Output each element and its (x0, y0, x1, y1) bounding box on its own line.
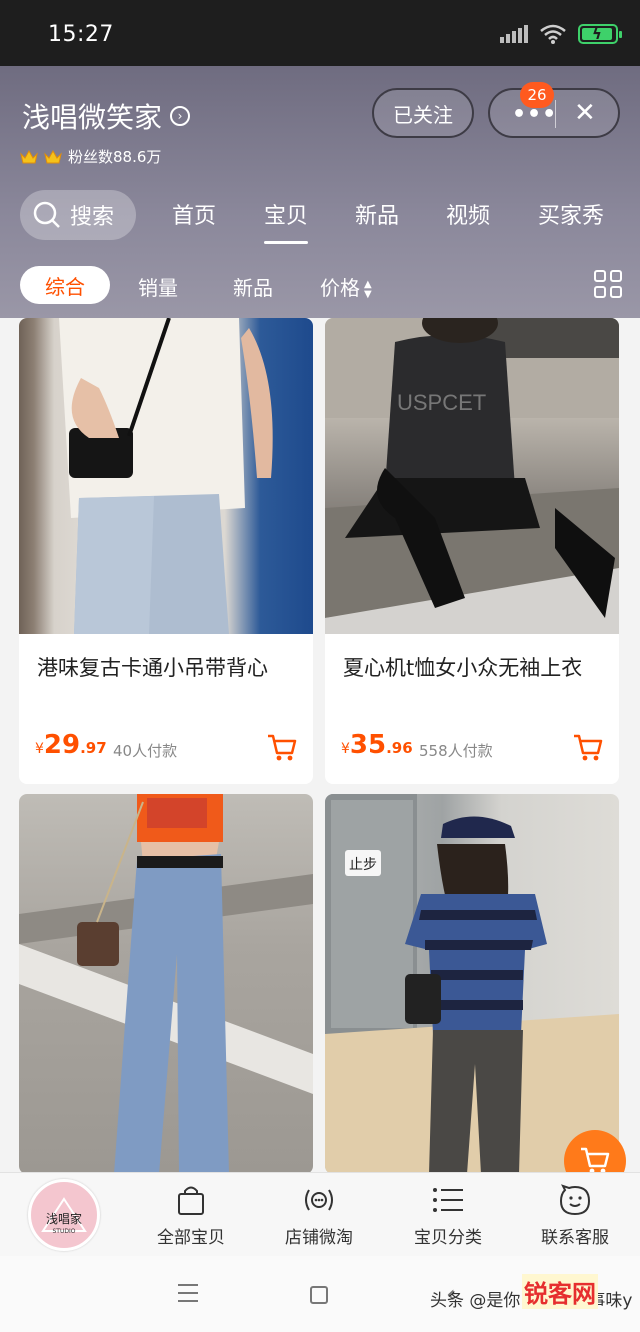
nav-customer-service[interactable]: 联系客服 (520, 1183, 630, 1248)
store-name-link[interactable]: 浅唱微笑家 › (22, 96, 191, 136)
price-decimal: .96 (386, 739, 413, 757)
cart-icon (581, 1147, 610, 1174)
product-card[interactable]: USPCET 夏心机t恤女小众无袖上衣 ¥ 35 .96 558人付款 (325, 318, 619, 784)
capsule-divider (555, 100, 556, 128)
product-price: ¥ 29 .97 (35, 730, 107, 760)
notification-badge: 26 (520, 82, 554, 108)
search-button[interactable]: 搜索 (20, 190, 136, 240)
sort-sales[interactable]: 销量 (138, 272, 178, 301)
crown-icon (44, 149, 62, 165)
status-time: 15:27 (48, 22, 114, 47)
signal-icon (500, 25, 528, 43)
product-card[interactable]: 港味复古卡通小吊带背心 ¥ 29 .97 40人付款 (19, 318, 313, 784)
battery-icon: ϟ (578, 24, 622, 44)
nav-store-feed[interactable]: 店铺微淘 (264, 1183, 374, 1248)
search-label: 搜索 (70, 205, 115, 230)
menu-icon[interactable] (178, 1284, 198, 1308)
price-decimal: .97 (80, 739, 107, 757)
status-icons: ϟ (500, 24, 622, 44)
broadcast-icon (305, 1189, 333, 1211)
sold-count: 558人付款 (419, 742, 493, 760)
logo-subtext: STUDIO (52, 1228, 76, 1235)
product-image[interactable] (19, 318, 313, 634)
fans-count: 粉丝数88.6万 (68, 148, 162, 166)
sort-price[interactable]: 价格 ▲ ▼ (320, 272, 372, 301)
stop-sign-text: 止步 (349, 856, 377, 872)
sort-arrows-icon: ▲ ▼ (364, 278, 372, 300)
product-image[interactable]: 止步 (325, 794, 619, 1174)
price-currency: ¥ (35, 741, 44, 757)
shopping-bag-icon (178, 1186, 204, 1215)
grid-view-icon[interactable] (594, 270, 622, 298)
price-integer: 35 (349, 730, 387, 760)
followed-button[interactable]: 已关注 (372, 88, 474, 138)
capsule-menu: ••• ✕ (488, 88, 620, 138)
cart-icon[interactable] (267, 734, 297, 762)
product-image[interactable]: USPCET (325, 318, 619, 634)
fans-row: 粉丝数88.6万 (20, 146, 161, 167)
product-price: ¥ 35 .96 (341, 730, 413, 760)
nav-store-feed-label: 店铺微淘 (285, 1228, 353, 1248)
product-title[interactable]: 港味复古卡通小吊带背心 (37, 652, 268, 682)
sort-comprehensive[interactable]: 综合 (20, 266, 110, 304)
store-name: 浅唱微笑家 (22, 101, 163, 134)
wifi-icon (540, 24, 566, 44)
cart-icon[interactable] (573, 734, 603, 762)
nav-all-items-label: 全部宝贝 (157, 1228, 225, 1248)
watermark: 头条 @是你曾以前的事味y 锐客网 (430, 1274, 632, 1311)
tab-home[interactable]: 首页 (172, 198, 216, 230)
shirt-print: USPCET (397, 390, 486, 415)
home-icon[interactable] (310, 1286, 328, 1304)
nav-customer-service-label: 联系客服 (541, 1228, 609, 1248)
nav-all-items[interactable]: 全部宝贝 (136, 1183, 246, 1248)
tab-new[interactable]: 新品 (355, 198, 399, 230)
tab-buyer-show[interactable]: 买家秀 (538, 198, 604, 230)
product-card[interactable] (19, 794, 313, 1174)
crown-icon (20, 149, 38, 165)
category-list-icon (433, 1188, 463, 1212)
tab-video[interactable]: 视频 (446, 198, 490, 230)
store-tabs: 搜索 首页 宝贝 新品 视频 买家秀 (0, 190, 640, 244)
nav-categories-label: 宝贝分类 (414, 1228, 482, 1248)
product-card[interactable]: 止步 (325, 794, 619, 1174)
customer-service-icon (559, 1184, 591, 1216)
sort-filter-row: 综合 销量 新品 价格 ▲ ▼ (0, 264, 640, 308)
store-header: 浅唱微笑家 › 粉丝数88.6万 已关注 ••• ✕ 26 搜索 首页 宝贝 新… (0, 66, 640, 318)
product-title[interactable]: 夏心机t恤女小众无袖上衣 (343, 652, 582, 682)
status-bar: 15:27 ϟ (0, 0, 640, 66)
sort-price-label: 价格 (320, 276, 360, 300)
store-logo[interactable]: 浅唱家 STUDIO (28, 1179, 100, 1251)
sort-new[interactable]: 新品 (233, 272, 273, 301)
store-bottom-nav: 浅唱家 STUDIO 全部宝贝 店铺微淘 宝贝分类 联系客服 (0, 1172, 640, 1256)
nav-categories[interactable]: 宝贝分类 (393, 1183, 503, 1248)
chevron-right-icon: › (170, 106, 191, 126)
search-icon (33, 201, 60, 228)
price-integer: 29 (43, 730, 81, 760)
sold-count: 40人付款 (113, 742, 178, 760)
logo-text: 浅唱家 (45, 1212, 82, 1226)
close-icon[interactable]: ✕ (574, 98, 596, 128)
watermark-logo: 锐客网 (522, 1274, 598, 1309)
product-image[interactable] (19, 794, 313, 1174)
tab-items[interactable]: 宝贝 (264, 198, 309, 244)
price-currency: ¥ (341, 741, 350, 757)
